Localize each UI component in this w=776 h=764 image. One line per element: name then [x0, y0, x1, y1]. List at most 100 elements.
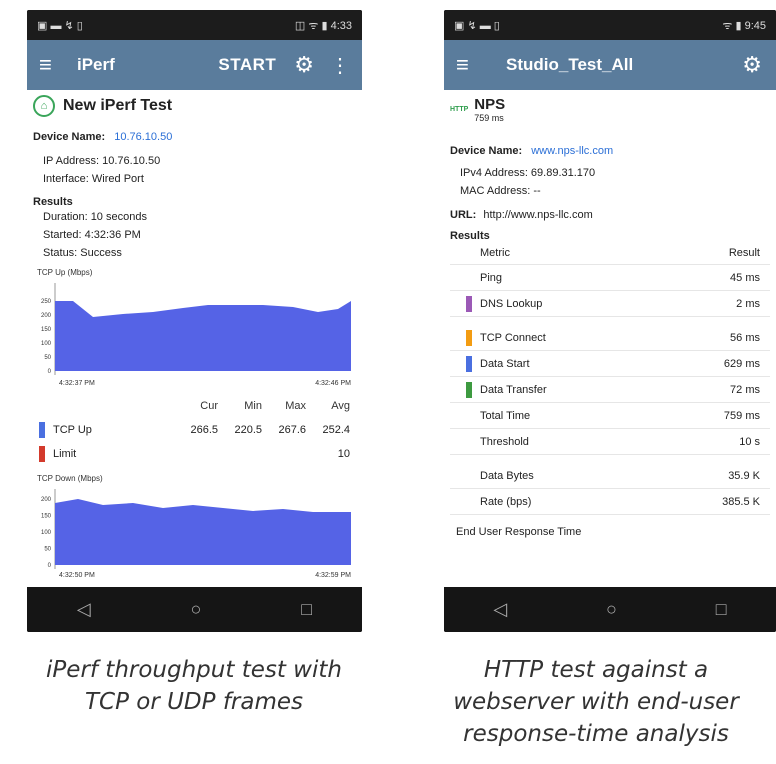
notification-icons: ▣ ▬ ↯ ▯	[37, 19, 83, 32]
system-icons: ᯤ ▮ 9:45	[722, 19, 766, 32]
tcp-up-max: 267.6	[278, 424, 306, 436]
android-nav-bar: ◁ ○ □	[444, 587, 776, 632]
recents-icon[interactable]: □	[301, 599, 312, 620]
chart1-x-start: 4:32:37 PM	[59, 380, 95, 387]
result: 56 ms	[730, 331, 760, 344]
tcp-up-swatch	[39, 422, 45, 439]
table-row: Ping 45 ms	[450, 265, 770, 291]
iperf-screen: ⌂ New iPerf Test Device Name: 10.76.10.5…	[27, 90, 362, 587]
data-start-swatch	[466, 355, 472, 372]
tcp-down-area	[55, 499, 351, 565]
left-caption-line2: TCP or UDP frames	[84, 689, 304, 715]
right-caption-line3: response-time analysis	[463, 721, 729, 747]
results-heading: Results	[450, 230, 490, 242]
start-button[interactable]: START	[218, 55, 276, 75]
url-label: URL:	[450, 209, 477, 221]
tcp-up-chart: 250 200 150 100 50 0 4:32:37 PM 4:32:46 PM	[41, 283, 351, 387]
test-time: 759 ms	[474, 113, 504, 123]
chart1-y-tick-label: 100	[41, 341, 52, 347]
status-bar: ▣ ▬ ↯ ▯ ◫ ᯤ ▮ 4:33	[27, 10, 362, 40]
chart1-y-tick-label: 250	[41, 299, 52, 305]
stats-header-min: Min	[244, 400, 262, 412]
chart2-y-tick-label: 200	[41, 497, 52, 503]
result: 35.9 K	[728, 469, 760, 482]
metric: Data Transfer	[480, 383, 547, 396]
app-title: iPerf	[77, 55, 115, 74]
home-icon[interactable]: ○	[191, 599, 202, 620]
device-name-label: Device Name:	[33, 131, 106, 143]
interface: Interface: Wired Port	[43, 173, 144, 185]
gear-icon[interactable]: ⚙	[294, 52, 314, 78]
stats-table: Cur Min Max Avg TCP Up 266.5 220.5 267.6…	[33, 394, 356, 466]
chart1-y-tick-label: 150	[41, 327, 52, 333]
table-row: Data Start 629 ms	[450, 351, 770, 377]
http-test-phone: ▣ ↯ ▬ ▯ ᯤ ▮ 9:45 ≡ Studio_Test_All ⚙ HTT…	[444, 10, 776, 632]
status-bar: ▣ ↯ ▬ ▯ ᯤ ▮ 9:45	[444, 10, 776, 40]
table-row: Total Time 759 ms	[450, 403, 770, 429]
tcp-up-min: 220.5	[234, 424, 262, 436]
chart1-y-tick-label: 50	[44, 355, 51, 361]
result: 385.5 K	[722, 495, 760, 508]
menu-icon[interactable]: ≡	[456, 52, 494, 78]
home-icon[interactable]: ○	[606, 599, 617, 620]
result-header: Result	[728, 247, 760, 259]
app-title: Studio_Test_All	[506, 55, 634, 74]
device-name-link[interactable]: 10.76.10.50	[114, 131, 172, 143]
chart1-x-end: 4:32:46 PM	[315, 380, 351, 387]
limit-swatch	[39, 446, 45, 463]
metric: TCP Connect	[480, 331, 546, 344]
ipv4-address: IPv4 Address: 69.89.31.170	[460, 167, 596, 179]
metric: Rate (bps)	[480, 495, 532, 508]
left-caption-line1: iPerf throughput test with	[46, 657, 342, 683]
recents-icon[interactable]: □	[716, 599, 727, 620]
left-caption: iPerf throughput test with TCP or UDP fr…	[4, 654, 384, 718]
chart2-y-tick-label: 50	[44, 547, 51, 553]
table-row: Threshold 10 s	[450, 429, 770, 455]
table-row: TCP Connect 56 ms	[450, 325, 770, 351]
right-caption-line2: webserver with end-user	[453, 689, 739, 715]
limit-label: Limit	[53, 448, 77, 460]
tcp-up-cur: 266.5	[190, 424, 218, 436]
android-nav-bar: ◁ ○ □	[27, 587, 362, 632]
back-icon[interactable]: ◁	[77, 599, 91, 620]
app-bar: ≡ iPerf START ⚙ ⋮	[27, 40, 362, 90]
chart1-title: TCP Up (Mbps)	[37, 268, 93, 277]
dns-swatch	[466, 295, 472, 312]
data-transfer-swatch	[466, 381, 472, 398]
menu-icon[interactable]: ≡	[39, 52, 77, 78]
device-name-link[interactable]: www.nps-llc.com	[531, 145, 613, 157]
status: Status: Success	[43, 247, 122, 259]
metric: Ping	[480, 271, 503, 284]
gear-icon[interactable]: ⚙	[742, 52, 762, 78]
mac-address: MAC Address: --	[460, 185, 541, 197]
device-name-label: Device Name:	[450, 145, 523, 157]
result: 45 ms	[730, 271, 760, 284]
metric: DNS Lookup	[480, 297, 543, 310]
result: 72 ms	[730, 383, 760, 396]
metric: Threshold	[480, 435, 529, 448]
more-options-icon[interactable]: ⋮	[330, 53, 350, 78]
table-row: Data Bytes 35.9 K	[450, 463, 770, 489]
http-badge-icon: HTTP	[450, 106, 469, 113]
result: 10 s	[739, 435, 760, 448]
tcp-up-legend: TCP Up	[39, 418, 174, 442]
limit-value: 10	[337, 448, 350, 460]
started: Started: 4:32:36 PM	[43, 229, 141, 241]
ip-address: IP Address: 10.76.10.50	[43, 155, 161, 167]
test-title: New iPerf Test	[63, 97, 173, 114]
chart2-y-tick-label: 100	[41, 530, 52, 536]
stats-header-cur: Cur	[200, 400, 218, 412]
url-value: http://www.nps-llc.com	[483, 209, 593, 221]
back-icon[interactable]: ◁	[493, 599, 507, 620]
chart2-x-start: 4:32:50 PM	[59, 572, 95, 579]
http-screen: HTTP NPS 759 ms Device Name: www.nps-llc…	[444, 90, 776, 587]
tcp-up-area	[55, 301, 351, 371]
tcp-up-avg: 252.4	[322, 424, 350, 436]
iperf-logo-icon: ⌂	[33, 95, 55, 117]
metric-header: Metric	[480, 247, 510, 259]
result: 759 ms	[723, 409, 760, 422]
result: 629 ms	[723, 357, 760, 370]
metric: Data Start	[480, 357, 530, 370]
metric: Data Bytes	[480, 469, 534, 482]
results-heading: Results	[33, 196, 73, 208]
